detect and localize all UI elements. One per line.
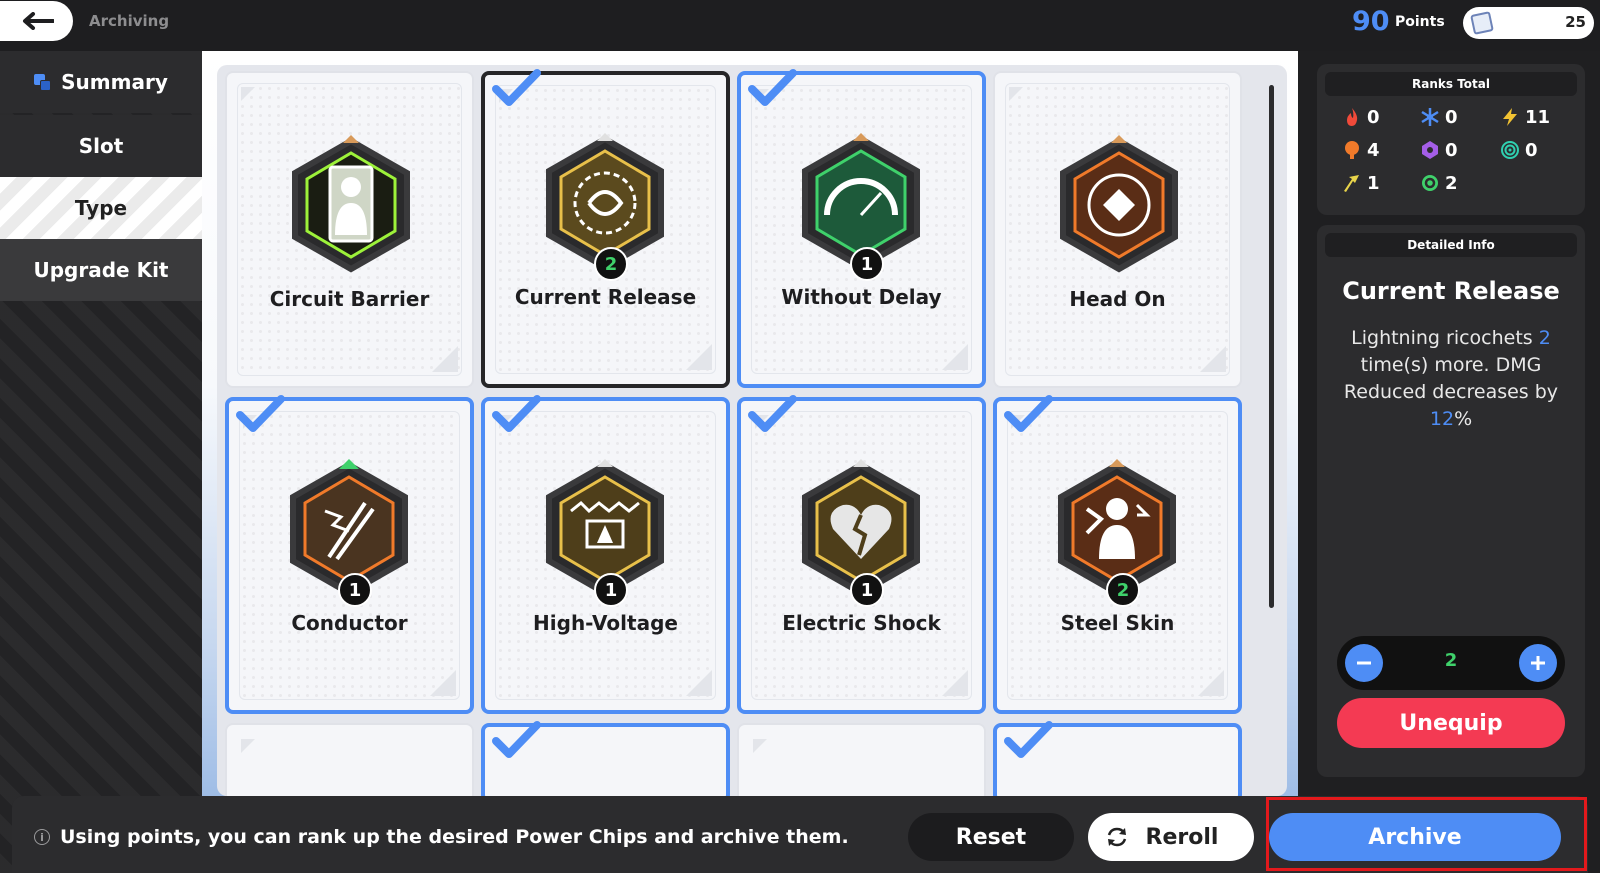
rank-fire: 0 xyxy=(1341,106,1380,128)
circuit-barrier-chip-icon xyxy=(292,135,410,273)
head-on-chip-icon xyxy=(1060,135,1178,273)
arrow-left-icon xyxy=(22,12,54,30)
upgrade-kit-count: 25 xyxy=(1565,13,1586,31)
sidebar-item-upgrade-kit[interactable]: Upgrade Kit xyxy=(0,239,202,301)
summary-icon xyxy=(34,73,52,91)
rank-badge: 1 xyxy=(850,573,884,607)
reroll-label: Reroll xyxy=(1145,824,1219,850)
ranks-total-title: Ranks Total xyxy=(1325,72,1577,96)
check-icon xyxy=(492,395,541,432)
rank-vortex: 0 xyxy=(1499,139,1538,161)
rank-poison: 0 xyxy=(1419,139,1458,161)
chip-card[interactable] xyxy=(225,723,474,803)
check-icon xyxy=(1004,721,1053,758)
chip-grid: Circuit Barrier 2 Current Release 1 With… xyxy=(217,65,1287,803)
reset-button[interactable]: Reset xyxy=(908,813,1074,861)
chip-card[interactable] xyxy=(481,721,730,803)
reroll-button[interactable]: Reroll xyxy=(1088,813,1254,861)
sidebar-item-label: Type xyxy=(74,196,128,220)
rank-badge: 2 xyxy=(594,247,628,281)
check-icon xyxy=(492,721,541,758)
rank-lightning: 11 xyxy=(1499,106,1550,128)
archive-highlight xyxy=(1266,797,1587,871)
sidebar: Summary Slot Type Upgrade Kit xyxy=(0,51,202,873)
chip-card-steel-skin[interactable]: 2 Steel Skin xyxy=(993,395,1242,714)
rank-badge: 1 xyxy=(338,573,372,607)
frost-icon xyxy=(1419,106,1441,128)
tip-text: Using points, you can rank up the desire… xyxy=(60,826,849,848)
check-icon xyxy=(1004,395,1053,432)
chip-card-conductor[interactable]: 1 Conductor xyxy=(225,395,474,714)
check-icon xyxy=(748,69,797,106)
sidebar-item-label: Slot xyxy=(78,134,124,158)
chip-card-without-delay[interactable]: 1 Without Delay xyxy=(737,69,986,388)
chip-name: High-Voltage xyxy=(533,611,678,635)
rank-badge: 1 xyxy=(850,247,884,281)
rank-badge: 2 xyxy=(1106,573,1140,607)
blast-icon xyxy=(1341,139,1363,161)
physical-icon xyxy=(1341,172,1363,194)
chip-name: Steel Skin xyxy=(1060,611,1175,635)
back-button[interactable] xyxy=(0,1,73,41)
sidebar-item-slot[interactable]: Slot xyxy=(0,115,202,177)
chip-card-electric-shock[interactable]: 1 Electric Shock xyxy=(737,395,986,714)
detail-panel: Detailed Info Current Release Lightning … xyxy=(1317,225,1585,777)
sidebar-item-type[interactable]: Type xyxy=(0,177,202,239)
detail-header: Detailed Info xyxy=(1325,233,1577,257)
rank-cycle: 2 xyxy=(1419,172,1458,194)
decrement-button[interactable] xyxy=(1345,644,1383,682)
detail-title: Current Release xyxy=(1342,277,1560,305)
check-icon xyxy=(492,69,541,106)
minus-icon xyxy=(1357,661,1371,665)
upgrade-kit-counter: 25 xyxy=(1463,7,1594,39)
points-label: Points xyxy=(1395,14,1445,30)
vortex-icon xyxy=(1499,139,1521,161)
detail-description: Lightning ricochets 2 time(s) more. DMG … xyxy=(1343,327,1559,430)
chip-name: Circuit Barrier xyxy=(269,287,430,311)
info-icon: i xyxy=(34,829,50,845)
fire-icon xyxy=(1341,106,1363,128)
top-bar: Archiving 90 Points 25 xyxy=(0,0,1600,51)
check-icon xyxy=(236,395,285,432)
rank-physical: 1 xyxy=(1341,172,1380,194)
chip-name: Current Release xyxy=(514,285,697,309)
chip-card-current-release[interactable]: 2 Current Release xyxy=(481,69,730,388)
rank-stepper: 2 xyxy=(1337,636,1565,690)
chip-card[interactable] xyxy=(737,723,986,803)
grid-scrollbar[interactable] xyxy=(1269,85,1274,608)
chip-board: Circuit Barrier 2 Current Release 1 With… xyxy=(202,51,1298,803)
chip-card-head-on[interactable]: Head On xyxy=(993,71,1242,388)
sidebar-item-label: Summary xyxy=(61,70,168,94)
chip-card-high-voltage[interactable]: 1 High-Voltage xyxy=(481,395,730,714)
ranks-total-panel: Ranks Total 0 0 11 4 0 0 1 2 xyxy=(1317,64,1585,215)
sidebar-item-summary[interactable]: Summary xyxy=(0,51,202,113)
breadcrumb: Archiving xyxy=(89,12,170,30)
unequip-button[interactable]: Unequip xyxy=(1337,698,1565,748)
chip-name: Electric Shock xyxy=(782,611,941,635)
lightning-icon xyxy=(1499,106,1521,128)
chip-name: Head On xyxy=(1069,287,1166,311)
rank-badge: 1 xyxy=(594,573,628,607)
upgrade-kit-icon xyxy=(1470,11,1494,35)
sidebar-item-label: Upgrade Kit xyxy=(33,258,169,282)
poison-icon xyxy=(1419,139,1441,161)
reroll-icon xyxy=(1107,827,1127,847)
chip-name: Conductor xyxy=(291,611,408,635)
plus-icon xyxy=(1531,656,1545,670)
check-icon xyxy=(748,395,797,432)
increment-button[interactable] xyxy=(1519,644,1557,682)
cycle-icon xyxy=(1419,172,1441,194)
rank-blast: 4 xyxy=(1341,139,1380,161)
chip-card-circuit-barrier[interactable]: Circuit Barrier xyxy=(225,71,474,388)
points-value: 90 xyxy=(1352,6,1390,37)
rank-frost: 0 xyxy=(1419,106,1458,128)
chip-name: Without Delay xyxy=(781,285,942,309)
chip-card[interactable] xyxy=(993,721,1242,803)
stepper-value: 2 xyxy=(1444,650,1458,671)
